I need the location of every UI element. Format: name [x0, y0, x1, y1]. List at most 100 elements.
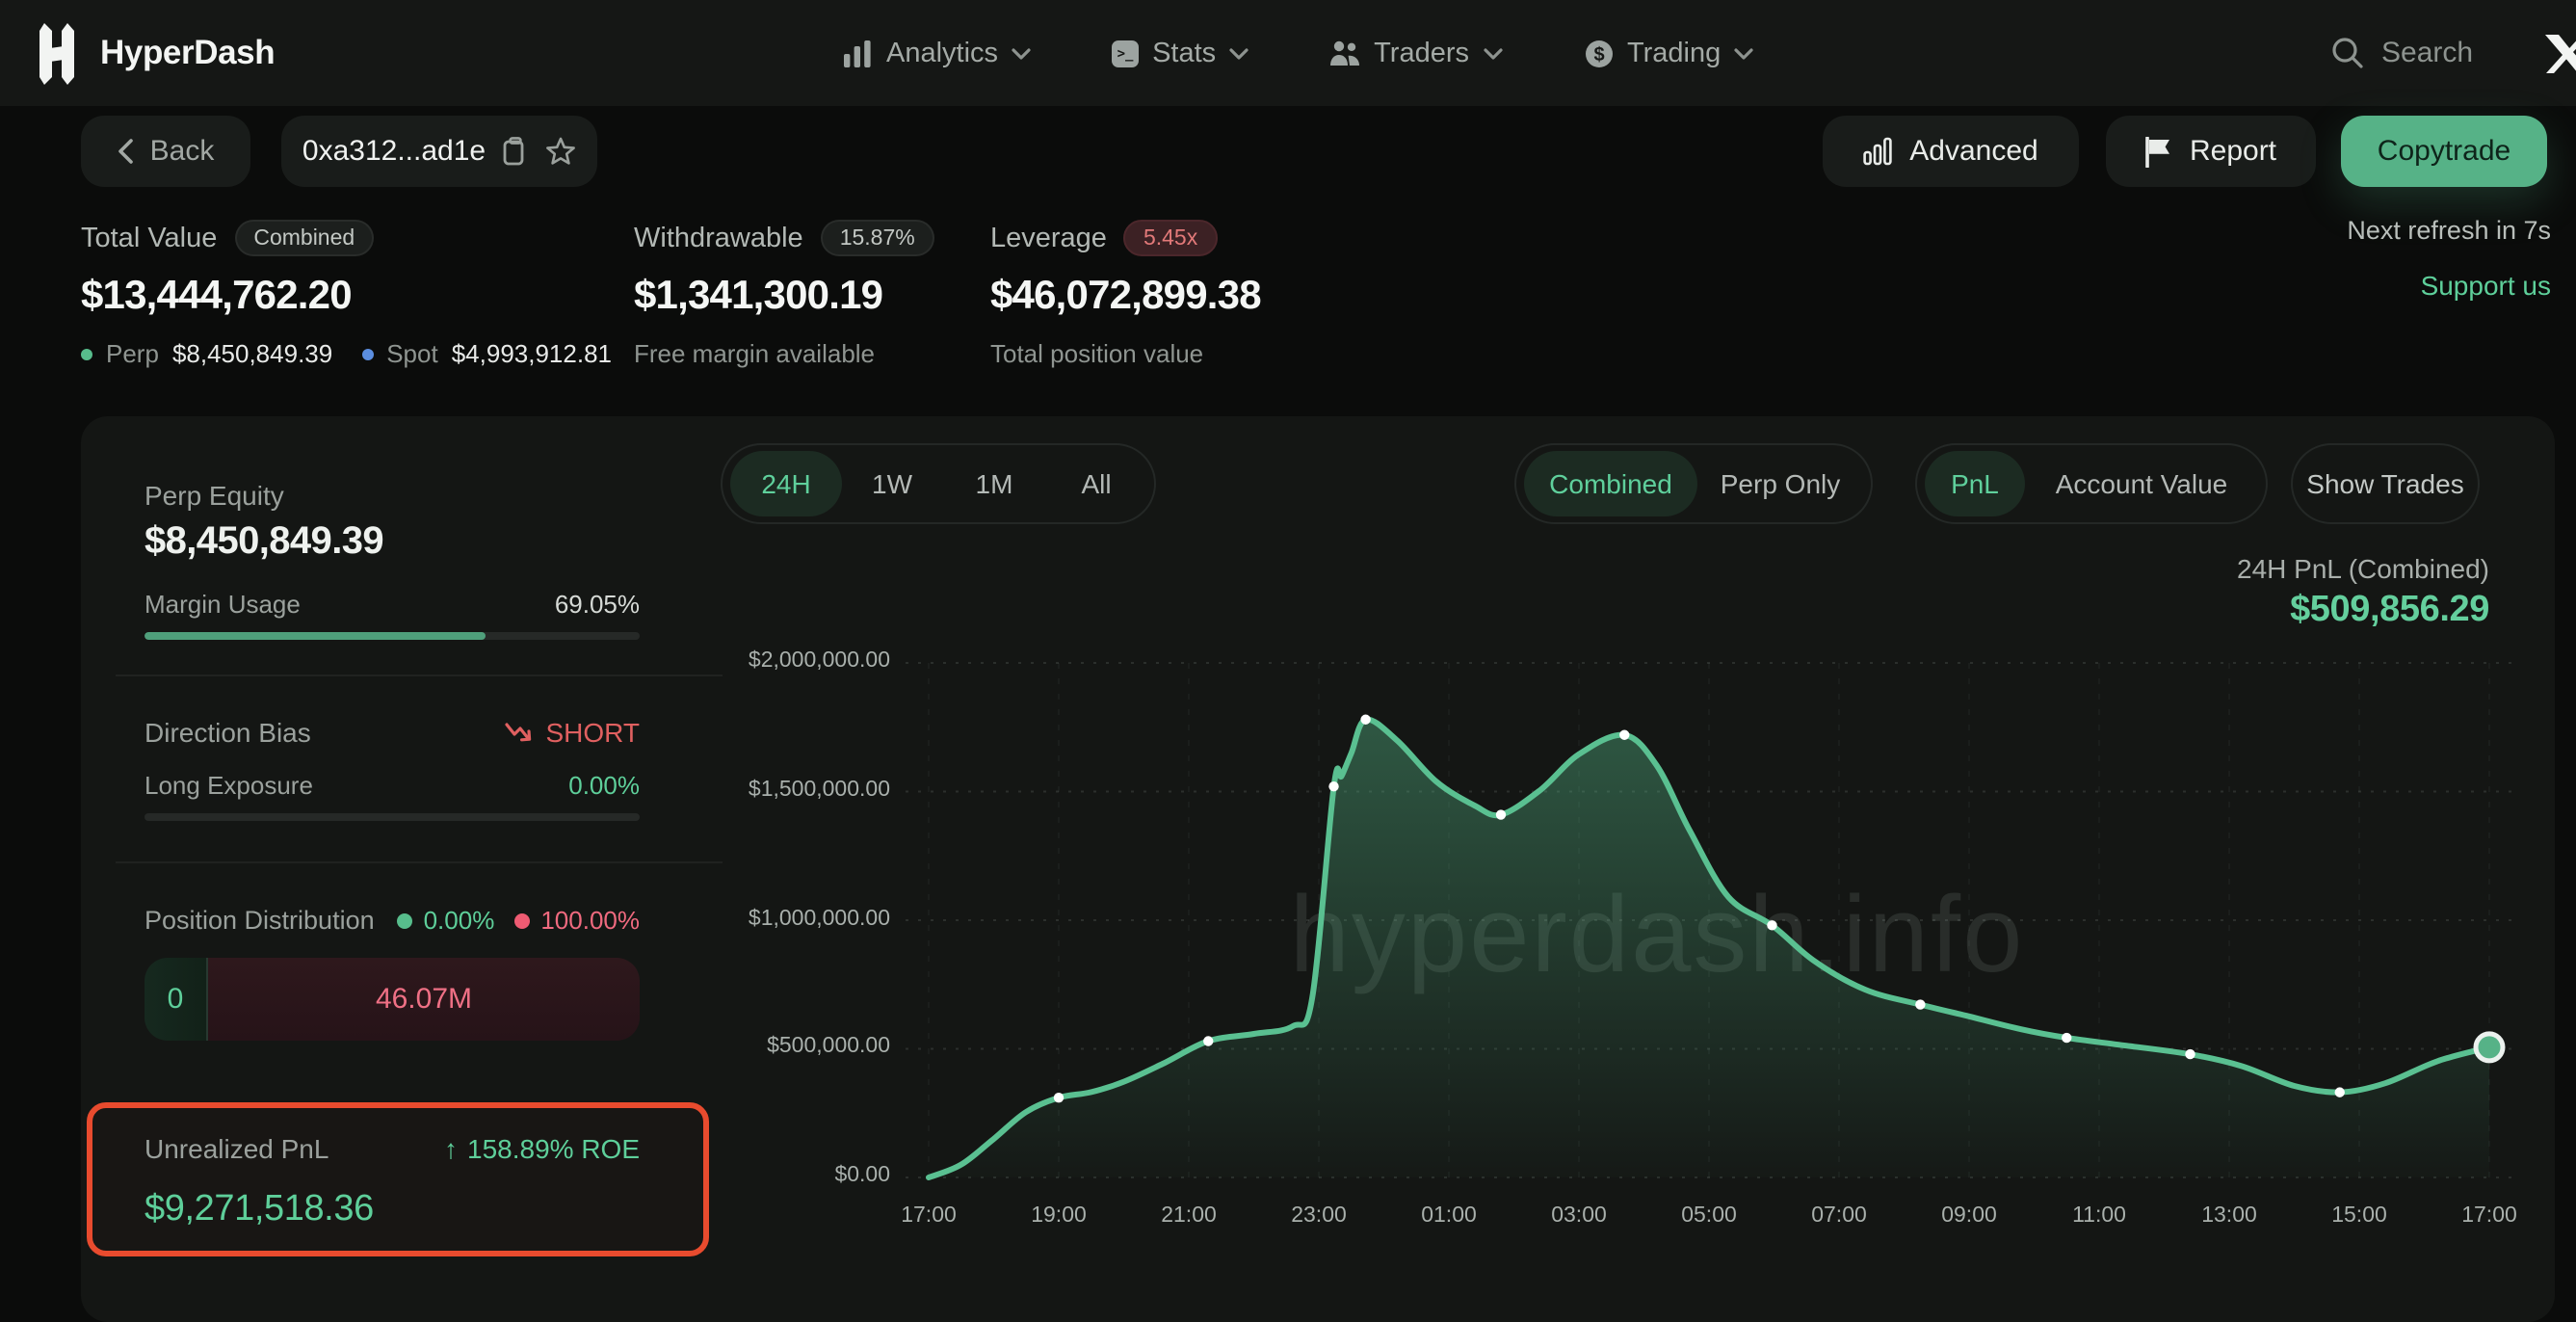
short-label: SHORT: [546, 717, 641, 748]
panel-divider: [116, 674, 723, 676]
toggle-combined[interactable]: Combined: [1524, 451, 1697, 516]
show-trades-button[interactable]: Show Trades: [2291, 443, 2480, 524]
report-label: Report: [2190, 135, 2276, 168]
unrealized-pnl-label: Unrealized PnL: [145, 1133, 329, 1164]
long-exposure-bar: [145, 813, 640, 821]
support-us-link[interactable]: Support us: [2089, 270, 2551, 301]
chevron-down-icon: [1483, 47, 1502, 59]
combined-badge: Combined: [234, 220, 374, 256]
back-button[interactable]: Back: [81, 116, 250, 187]
direction-bias-value: SHORT: [506, 717, 641, 748]
x-axis-tick-label: 13:00: [2175, 1204, 2283, 1228]
tab-24h[interactable]: 24H: [730, 451, 842, 516]
pnl-current-marker[interactable]: [2476, 1034, 2503, 1061]
y-axis-tick-label: $2,000,000.00: [713, 649, 890, 673]
x-axis-tick-label: 17:00: [2435, 1204, 2543, 1228]
hyperdash-logo[interactable]: [31, 21, 81, 87]
nav-item-label: Trading: [1627, 38, 1721, 68]
pnl-point-marker: [1619, 730, 1629, 740]
wallet-address-pill[interactable]: 0xa312...ad1e: [281, 116, 597, 187]
x-axis-tick-label: 09:00: [1915, 1204, 2023, 1228]
toggle-account-value[interactable]: Account Value: [2025, 451, 2258, 516]
hyperdash-page: HyperDash Analytics >_ Stats: [0, 0, 2576, 1282]
advanced-button[interactable]: Advanced: [1823, 116, 2079, 187]
unrealized-pnl-annotation-box: [87, 1102, 709, 1256]
advanced-chart-icon: [1863, 137, 1892, 166]
total-value-block: Total Value Combined $13,444,762.20 Perp…: [81, 220, 612, 368]
distribution-short-pct: 100.00%: [540, 906, 640, 935]
pnl-point-marker: [1915, 999, 1925, 1009]
back-label: Back: [150, 135, 215, 168]
trend-down-icon: [506, 722, 535, 743]
terminal-icon: >_: [1112, 40, 1139, 66]
copy-icon[interactable]: [503, 137, 528, 166]
unrealized-roe-value: 158.89% ROE: [467, 1133, 640, 1164]
direction-bias-label: Direction Bias: [145, 717, 311, 748]
leverage-block: Leverage 5.45x $46,072,899.38 Total posi…: [990, 220, 1261, 368]
leverage-sub: Total position value: [990, 339, 1261, 368]
people-icon: [1329, 40, 1360, 66]
spot-dot-icon: [361, 348, 373, 359]
chart-pnl-header: 24H PnL (Combined): [2027, 553, 2489, 584]
tab-1m[interactable]: 1M: [942, 451, 1046, 516]
nav-item-analytics[interactable]: Analytics: [844, 38, 1031, 68]
perp-dot-icon: [81, 348, 92, 359]
chevron-down-icon: [1734, 47, 1753, 59]
margin-usage-label: Margin Usage: [145, 590, 301, 619]
spot-label: Spot: [386, 339, 438, 368]
withdrawable-sub: Free margin available: [634, 339, 934, 368]
total-value-label: Total Value: [81, 223, 217, 253]
nav-item-trading[interactable]: $ Trading: [1583, 38, 1753, 68]
x-axis-tick-label: 23:00: [1265, 1204, 1373, 1228]
pnl-point-marker: [2335, 1087, 2345, 1097]
y-axis-tick-label: $1,500,000.00: [713, 779, 890, 802]
star-icon[interactable]: [545, 137, 576, 166]
search-button[interactable]: Search: [2331, 0, 2473, 106]
pnl-point-marker: [1767, 920, 1776, 930]
x-axis-tick-label: 15:00: [2305, 1204, 2413, 1228]
brand-title[interactable]: HyperDash: [100, 33, 275, 73]
time-range-tabs: 24H 1W 1M All: [721, 443, 1156, 524]
x-axis-tick-label: 21:00: [1135, 1204, 1243, 1228]
pnl-point-marker: [2185, 1049, 2195, 1059]
nav-item-stats[interactable]: >_ Stats: [1112, 38, 1249, 68]
chart-pnl-value: $509,856.29: [2027, 590, 2489, 632]
leverage-label: Leverage: [990, 223, 1107, 253]
nav-item-traders[interactable]: Traders: [1329, 38, 1502, 68]
pnl-point-marker: [1360, 715, 1370, 725]
perp-equity-label: Perp Equity: [145, 480, 284, 511]
position-distribution-bar: 0 46.07M: [145, 958, 640, 1041]
pnl-chart-svg[interactable]: [906, 655, 2524, 1214]
y-axis-tick-label: $500,000.00: [713, 1036, 890, 1059]
copytrade-label: Copytrade: [2378, 135, 2510, 168]
toggle-perp-only[interactable]: Perp Only: [1697, 451, 1863, 516]
toggle-pnl[interactable]: PnL: [1925, 451, 2025, 516]
spot-value: $4,993,912.81: [452, 339, 612, 368]
tab-all[interactable]: All: [1046, 451, 1146, 516]
x-axis-tick-label: 01:00: [1395, 1204, 1503, 1228]
advanced-label: Advanced: [1909, 135, 2037, 168]
pnl-point-marker: [1054, 1093, 1064, 1102]
perp-value: $8,450,849.39: [172, 339, 332, 368]
x-axis-tick-label: 03:00: [1525, 1204, 1633, 1228]
panel-divider: [116, 861, 723, 863]
dollar-circle-icon: $: [1583, 38, 1614, 68]
search-icon: [2331, 37, 2364, 69]
copytrade-button[interactable]: Copytrade: [2341, 116, 2547, 187]
arrow-up-icon: ↑: [444, 1133, 458, 1164]
x-axis-tick-label: 05:00: [1655, 1204, 1763, 1228]
withdrawable-amount: $1,341,300.19: [634, 274, 934, 320]
pnl-point-marker: [1496, 809, 1506, 819]
pnl-point-marker: [1328, 781, 1338, 791]
x-twitter-icon[interactable]: [2545, 35, 2576, 73]
nav-menu: Analytics >_ Stats Traders: [844, 0, 1753, 106]
leverage-badge: 5.45x: [1124, 220, 1217, 256]
total-value-amount: $13,444,762.20: [81, 274, 612, 320]
chevron-down-icon: [1012, 47, 1031, 59]
perp-equity-value: $8,450,849.39: [145, 520, 383, 565]
report-button[interactable]: Report: [2106, 116, 2316, 187]
search-label: Search: [2381, 37, 2473, 69]
tab-1w[interactable]: 1W: [842, 451, 942, 516]
position-distribution-label: Position Distribution: [145, 906, 375, 935]
bar-chart-icon: [844, 40, 873, 66]
